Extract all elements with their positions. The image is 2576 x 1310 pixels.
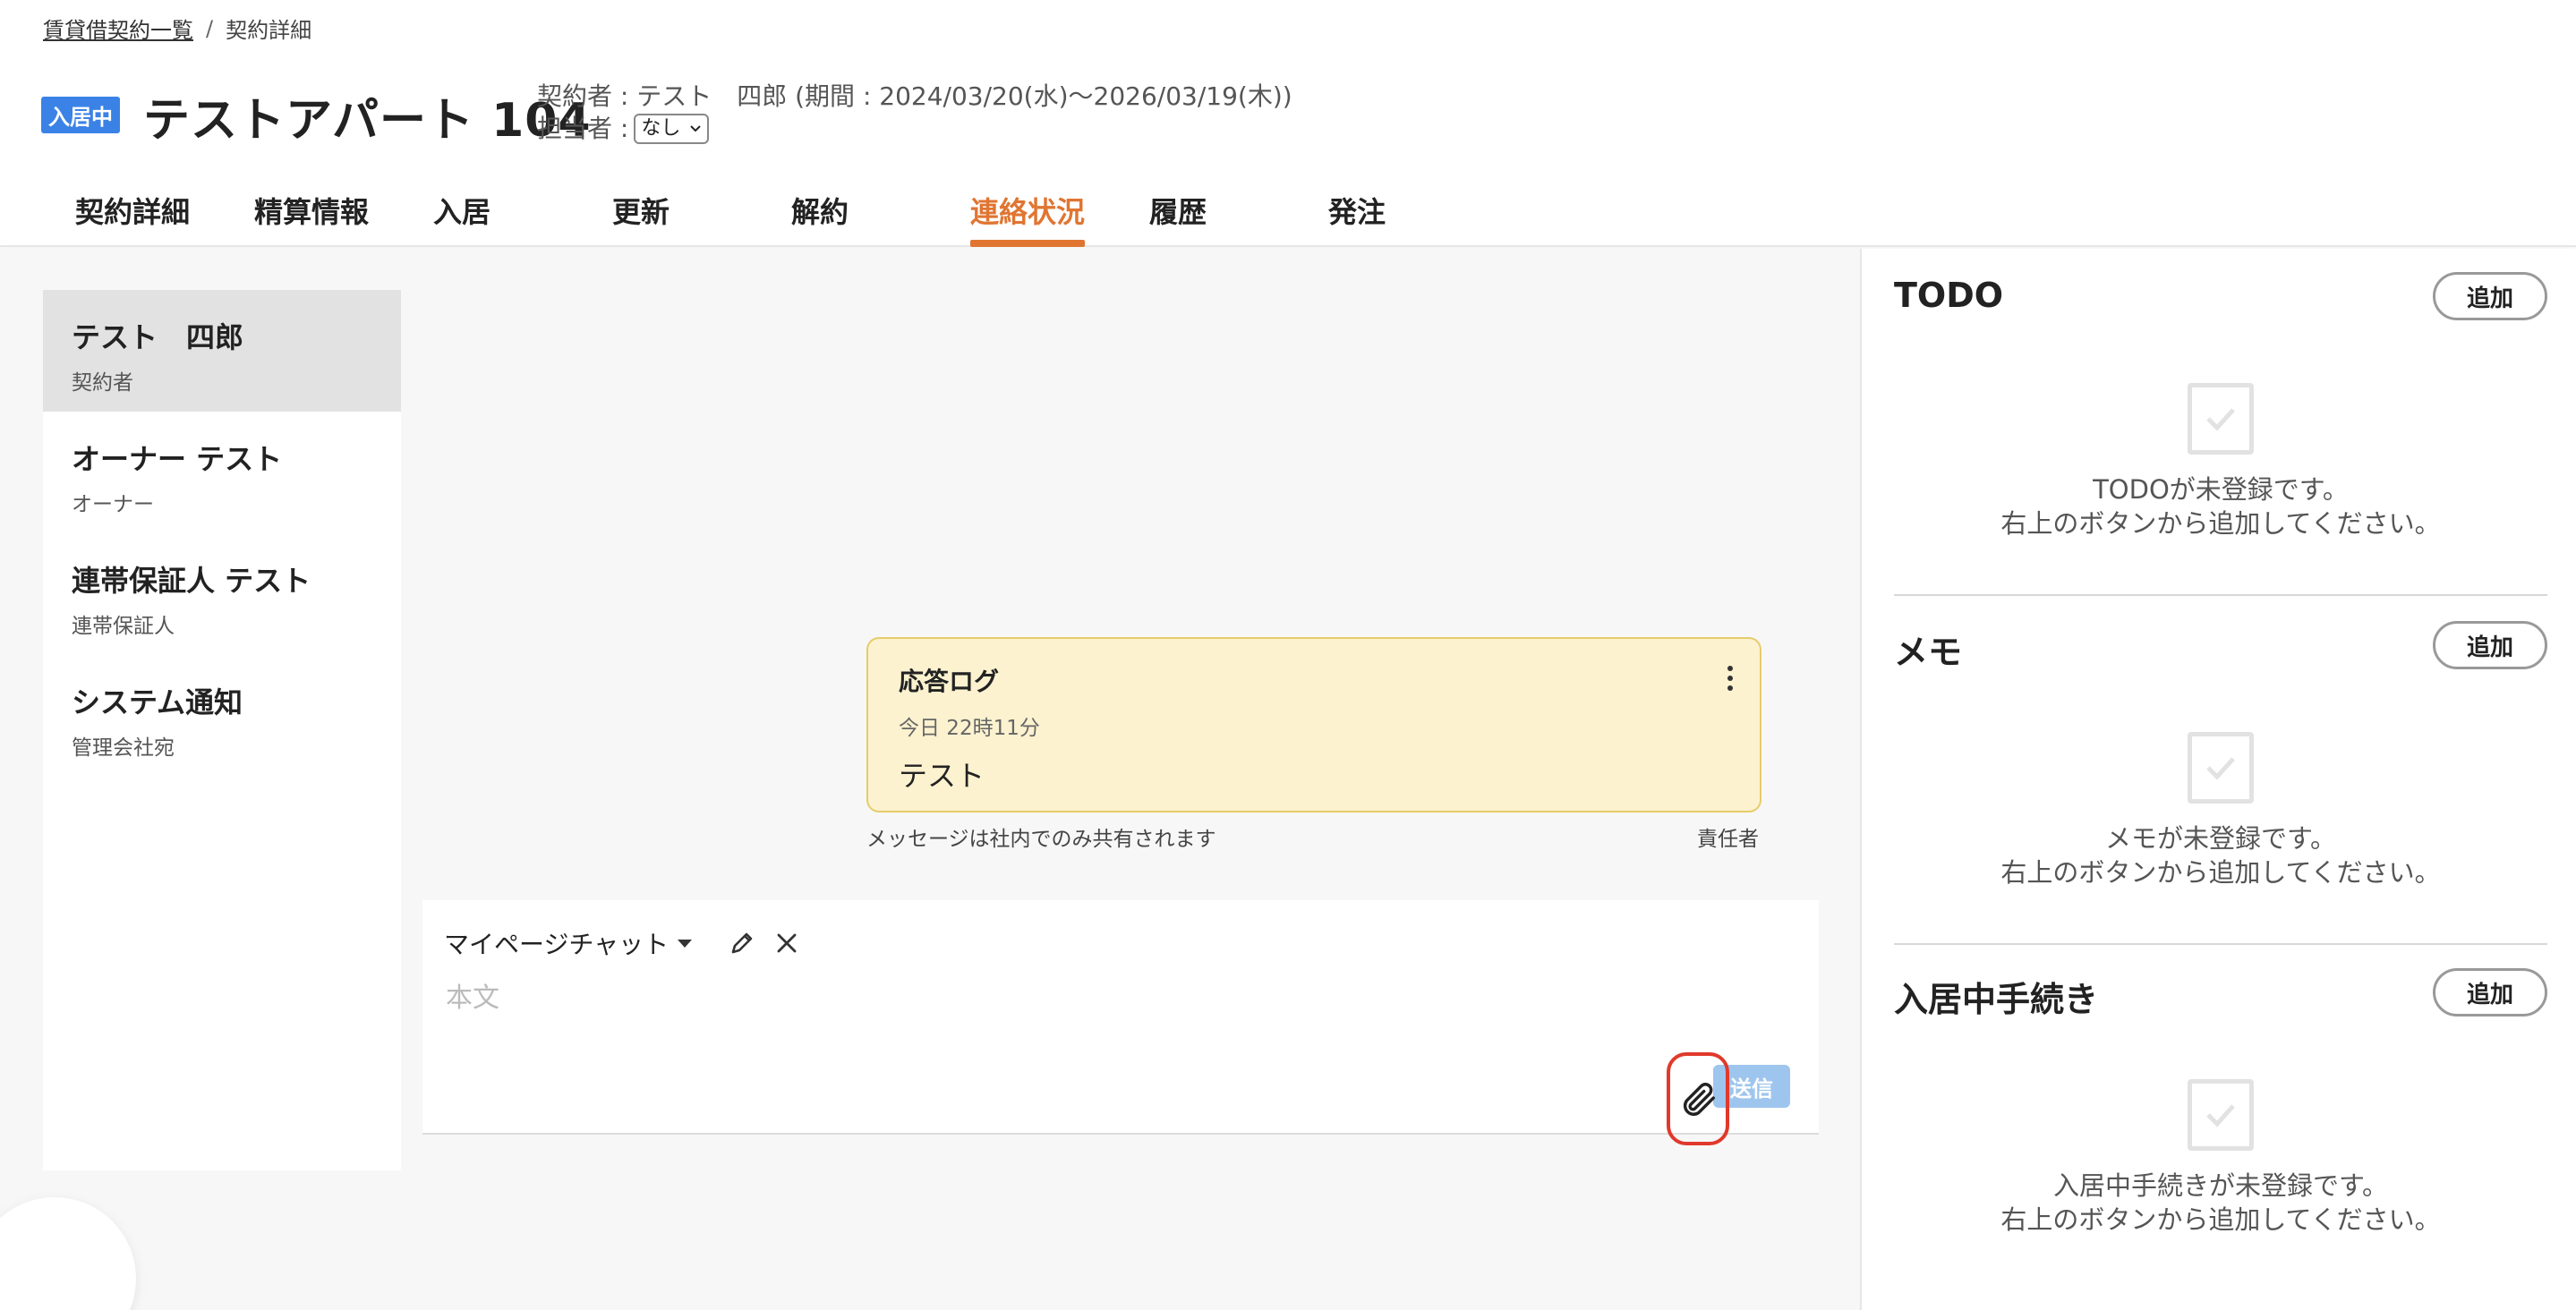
chevron-down-icon xyxy=(690,125,702,132)
contact-list: テスト 四郎 契約者 オーナー テスト オーナー 連帯保証人 テスト 連帯保証人… xyxy=(43,290,401,1170)
caret-down-icon xyxy=(678,939,693,948)
assignee-row: 担当者 : なし xyxy=(537,113,1292,145)
pencil-icon[interactable] xyxy=(728,929,756,957)
tab-contract-detail[interactable]: 契約詳細 xyxy=(43,190,222,247)
checkbox-icon xyxy=(2188,1079,2254,1151)
procedure-section: 入居中手続き 追加 入居中手続きが未登録です。 右上のボタンから追加してください… xyxy=(1894,945,2547,1292)
message-visibility-note: メッセージは社内でのみ共有されます xyxy=(866,828,1216,851)
message-timestamp: 今日 22時11分 xyxy=(899,717,1040,740)
side-panel: TODO 追加 TODOが未登録です。 右上のボタンから追加してください。 メモ… xyxy=(1860,249,2576,1310)
contact-name: テスト 四郎 xyxy=(72,320,244,354)
empty-line: 右上のボタンから追加してください。 xyxy=(2000,508,2441,539)
checkbox-icon xyxy=(2188,732,2254,804)
tab-history[interactable]: 履歴 xyxy=(1117,190,1296,247)
message-body: テスト xyxy=(899,759,985,793)
add-todo-button[interactable]: 追加 xyxy=(2433,272,2547,320)
tab-contact-status[interactable]: 連絡状況 xyxy=(938,190,1117,247)
message-composer: マイページチャット 送信 xyxy=(422,900,1819,1145)
add-procedure-button[interactable]: 追加 xyxy=(2433,968,2547,1017)
message-title: 応答ログ xyxy=(899,667,1000,696)
message-card: 応答ログ 今日 22時11分 テスト xyxy=(866,637,1761,812)
breadcrumb-current: 契約詳細 xyxy=(226,18,312,43)
contract-summary: 契約者 : テスト 四郎 (期間 : 2024/03/20(水)〜2026/03… xyxy=(537,81,1292,111)
contact-role: オーナー xyxy=(72,493,154,516)
procedure-empty-text: 入居中手続きが未登録です。 右上のボタンから追加してください。 xyxy=(1894,1169,2547,1237)
contact-role: 連帯保証人 xyxy=(72,615,175,638)
tab-move-in[interactable]: 入居 xyxy=(401,190,580,247)
contact-role: 契約者 xyxy=(72,371,133,395)
channel-label: マイページチャット xyxy=(444,930,670,959)
paperclip-icon xyxy=(1683,1083,1715,1116)
contact-item[interactable]: オーナー テスト オーナー xyxy=(43,412,401,533)
contact-item[interactable]: 連帯保証人 テスト 連帯保証人 xyxy=(43,533,401,655)
message-owner: 責任者 xyxy=(1697,828,1759,851)
contact-role: 管理会社宛 xyxy=(72,736,175,760)
todo-title: TODO xyxy=(1894,276,2004,315)
message-body-input[interactable] xyxy=(446,975,1770,1065)
status-badge: 入居中 xyxy=(41,97,120,133)
contract-info: 契約者 : テスト 四郎 (期間 : 2024/03/20(水)〜2026/03… xyxy=(537,81,1292,145)
empty-line: 右上のボタンから追加してください。 xyxy=(2000,857,2441,888)
tab-cancellation[interactable]: 解約 xyxy=(759,190,938,247)
channel-select[interactable]: マイページチャット xyxy=(444,925,693,961)
procedure-empty-state: 入居中手続きが未登録です。 右上のボタンから追加してください。 xyxy=(1894,1079,2547,1237)
close-icon[interactable] xyxy=(774,931,799,956)
page-title: テストアパート 104 xyxy=(143,94,592,148)
empty-line: メモが未登録です。 xyxy=(2104,823,2337,854)
memo-empty-text: メモが未登録です。 右上のボタンから追加してください。 xyxy=(1894,821,2547,889)
assignee-select[interactable]: なし xyxy=(634,114,710,144)
tab-settlement[interactable]: 精算情報 xyxy=(222,190,401,247)
memo-title: メモ xyxy=(1894,633,1963,672)
composer-toolbar: マイページチャット xyxy=(444,925,799,961)
contact-item[interactable]: システム通知 管理会社宛 xyxy=(43,655,401,777)
contact-name: システム通知 xyxy=(72,685,243,719)
todo-empty-text: TODOが未登録です。 右上のボタンから追加してください。 xyxy=(1894,472,2547,540)
breadcrumb: 賃貸借契約一覧 / 契約詳細 xyxy=(43,13,311,44)
empty-line: TODOが未登録です。 xyxy=(2093,474,2349,505)
add-memo-button[interactable]: 追加 xyxy=(2433,621,2547,669)
contact-item[interactable]: テスト 四郎 契約者 xyxy=(43,290,401,412)
assignee-value: なし xyxy=(641,117,681,140)
empty-line: 右上のボタンから追加してください。 xyxy=(2000,1204,2441,1235)
tab-renewal[interactable]: 更新 xyxy=(580,190,759,247)
memo-section: メモ 追加 メモが未登録です。 右上のボタンから追加してください。 xyxy=(1894,598,2547,945)
procedure-title: 入居中手続き xyxy=(1894,980,2099,1019)
memo-empty-state: メモが未登録です。 右上のボタンから追加してください。 xyxy=(1894,732,2547,889)
page-header: 賃貸借契約一覧 / 契約詳細 入居中 テストアパート 104 契約者 : テスト… xyxy=(0,0,2576,247)
checkbox-icon xyxy=(2188,383,2254,455)
breadcrumb-link-contract-list[interactable]: 賃貸借契約一覧 xyxy=(43,13,193,44)
assignee-label: 担当者 : xyxy=(537,114,629,143)
attach-button[interactable] xyxy=(1667,1052,1729,1145)
tab-bar: 契約詳細 精算情報 入居 更新 解約 連絡状況 履歴 発注 xyxy=(43,190,1475,247)
chat-area: テスト 四郎 契約者 オーナー テスト オーナー 連帯保証人 テスト 連帯保証人… xyxy=(0,249,1860,1310)
contact-name: オーナー テスト xyxy=(72,442,283,476)
more-vertical-icon[interactable] xyxy=(1726,666,1735,691)
contact-name: 連帯保証人 テスト xyxy=(72,564,311,598)
todo-section: TODO 追加 TODOが未登録です。 右上のボタンから追加してください。 xyxy=(1894,249,2547,596)
empty-line: 入居中手続きが未登録です。 xyxy=(2052,1170,2389,1201)
tab-order[interactable]: 発注 xyxy=(1296,190,1475,247)
todo-empty-state: TODOが未登録です。 右上のボタンから追加してください。 xyxy=(1894,383,2547,540)
floating-button[interactable] xyxy=(0,1197,136,1310)
breadcrumb-separator: / xyxy=(206,15,214,41)
